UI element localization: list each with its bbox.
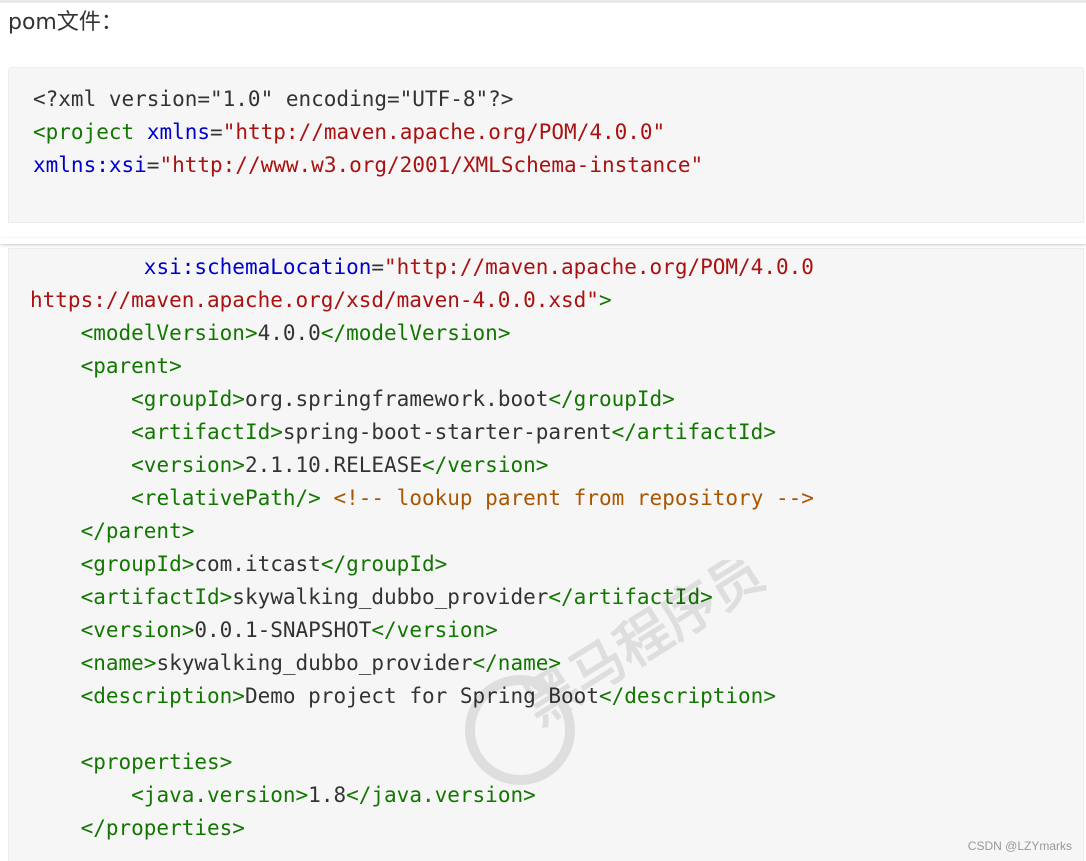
code-token-plain: org.springframework.boot [244,387,549,411]
code-token-plain: <?xml version="1.0" encoding="UTF-8"?> [33,87,514,111]
code-token-attr: xmlns:xsi [33,153,147,177]
code-token-tag: </java.version> [346,783,536,807]
code-token-attr: xmlns [146,120,211,144]
code-line: <artifactId>skywalking_dubbo_provider</a… [30,581,713,614]
code-token-plain: skywalking_dubbo_provider [232,585,549,609]
code-line: <description>Demo project for Spring Boo… [30,680,776,713]
top-edge-strip [0,0,1086,3]
code-line: <version>2.1.10.RELEASE</version> [30,449,548,482]
code-line: <groupId>com.itcast</groupId> [30,548,448,581]
code-line: <properties> [30,746,233,779]
code-token-tag: </version> [421,453,549,477]
code-token-tag: <groupId> [131,387,245,411]
code-token-plain: com.itcast [194,552,321,576]
code-token-tag: <artifactId> [131,420,283,444]
code-line: <modelVersion>4.0.0</modelVersion> [30,317,511,350]
code-token-attr: xsi:schemaLocation [143,255,372,279]
code-token-tag: <properties> [80,750,233,774]
code-line: <artifactId>spring-boot-starter-parent</… [30,416,776,449]
code-token-tag: <version> [131,453,245,477]
code-token-plain: 4.0.0 [257,321,321,345]
code-token-str: "http://maven.apache.org/POM/4.0.0 [384,255,814,279]
code-token-plain: spring-boot-starter-parent [282,420,612,444]
code-token-comment: <!-- lookup parent from repository --> [333,486,814,510]
code-token-plain: = [210,120,223,144]
code-line: <?xml version="1.0" encoding="UTF-8"?> [33,83,513,116]
code-token-plain: = [146,153,160,177]
code-token-tag: </groupId> [548,387,675,411]
code-line: xmlns:xsi="http://www.w3.org/2001/XMLSch… [33,149,703,182]
code-line: <relativePath/> <!-- lookup parent from … [30,482,814,515]
code-line: <groupId>org.springframework.boot</group… [30,383,675,416]
code-block-upper: <?xml version="1.0" encoding="UTF-8"?> <p… [8,67,1084,223]
code-token-tag: <name> [80,651,157,675]
code-line: xsi:schemaLocation="http://maven.apache.… [30,251,814,284]
code-line: https://maven.apache.org/xsd/maven-4.0.0… [30,284,612,317]
code-token-tag: <artifactId> [80,585,233,609]
code-line: <parent> [30,350,182,383]
code-token-plain: skywalking_dubbo_provider [156,651,473,675]
code-line: <project xmlns="http://maven.apache.org/… [33,116,665,149]
code-token-tag: </groupId> [320,552,448,576]
code-token-tag: <java.version> [131,783,309,807]
code-token-str: "http://maven.apache.org/POM/4.0.0" [222,120,666,144]
code-line: </properties> [30,812,245,845]
code-token-tag: <groupId> [80,552,195,576]
code-line: </parent> [30,515,195,548]
code-token-tag: </artifactId> [611,420,776,444]
code-token-tag: <version> [80,618,195,642]
code-line: <version>0.0.1-SNAPSHOT</version> [30,614,498,647]
code-token-tag: </name> [472,651,562,675]
code-token-plain: 0.0.1-SNAPSHOT [194,618,372,642]
code-line: <java.version>1.8</java.version> [30,779,536,812]
section-heading: pom文件： [8,10,123,35]
code-token-plain: 1.8 [308,783,347,807]
code-token-tag: <description> [80,684,245,708]
code-block-lower: xsi:schemaLocation="http://maven.apache.… [8,248,1084,861]
code-token-plain: 2.1.10.RELEASE [244,453,422,477]
code-token-plain: = [371,255,385,279]
code-token-tag: <parent> [80,354,182,378]
code-token-tag: </properties> [80,816,245,840]
code-token-tag: <relativePath/> [131,486,321,510]
code-token-str: https://maven.apache.org/xsd/maven-4.0.0… [30,288,599,312]
code-token-tag: <modelVersion> [80,321,258,345]
credit-label: CSDN @LZYmarks [967,839,1072,853]
code-line: <name>skywalking_dubbo_provider</name> [30,647,561,680]
code-token-tag: </parent> [80,519,195,543]
code-token-plain: Demo project for Spring Boot [244,684,599,708]
code-token-tag: </version> [371,618,498,642]
screenshot-seam [0,238,1086,244]
code-token-tag: <project [33,120,135,144]
code-token-tag: </artifactId> [548,585,713,609]
code-token-tag: </description> [598,684,776,708]
code-token-tag: </modelVersion> [320,321,511,345]
code-token-tag: > [598,288,612,312]
code-token-str: "http://www.w3.org/2001/XMLSchema-instan… [159,153,704,177]
